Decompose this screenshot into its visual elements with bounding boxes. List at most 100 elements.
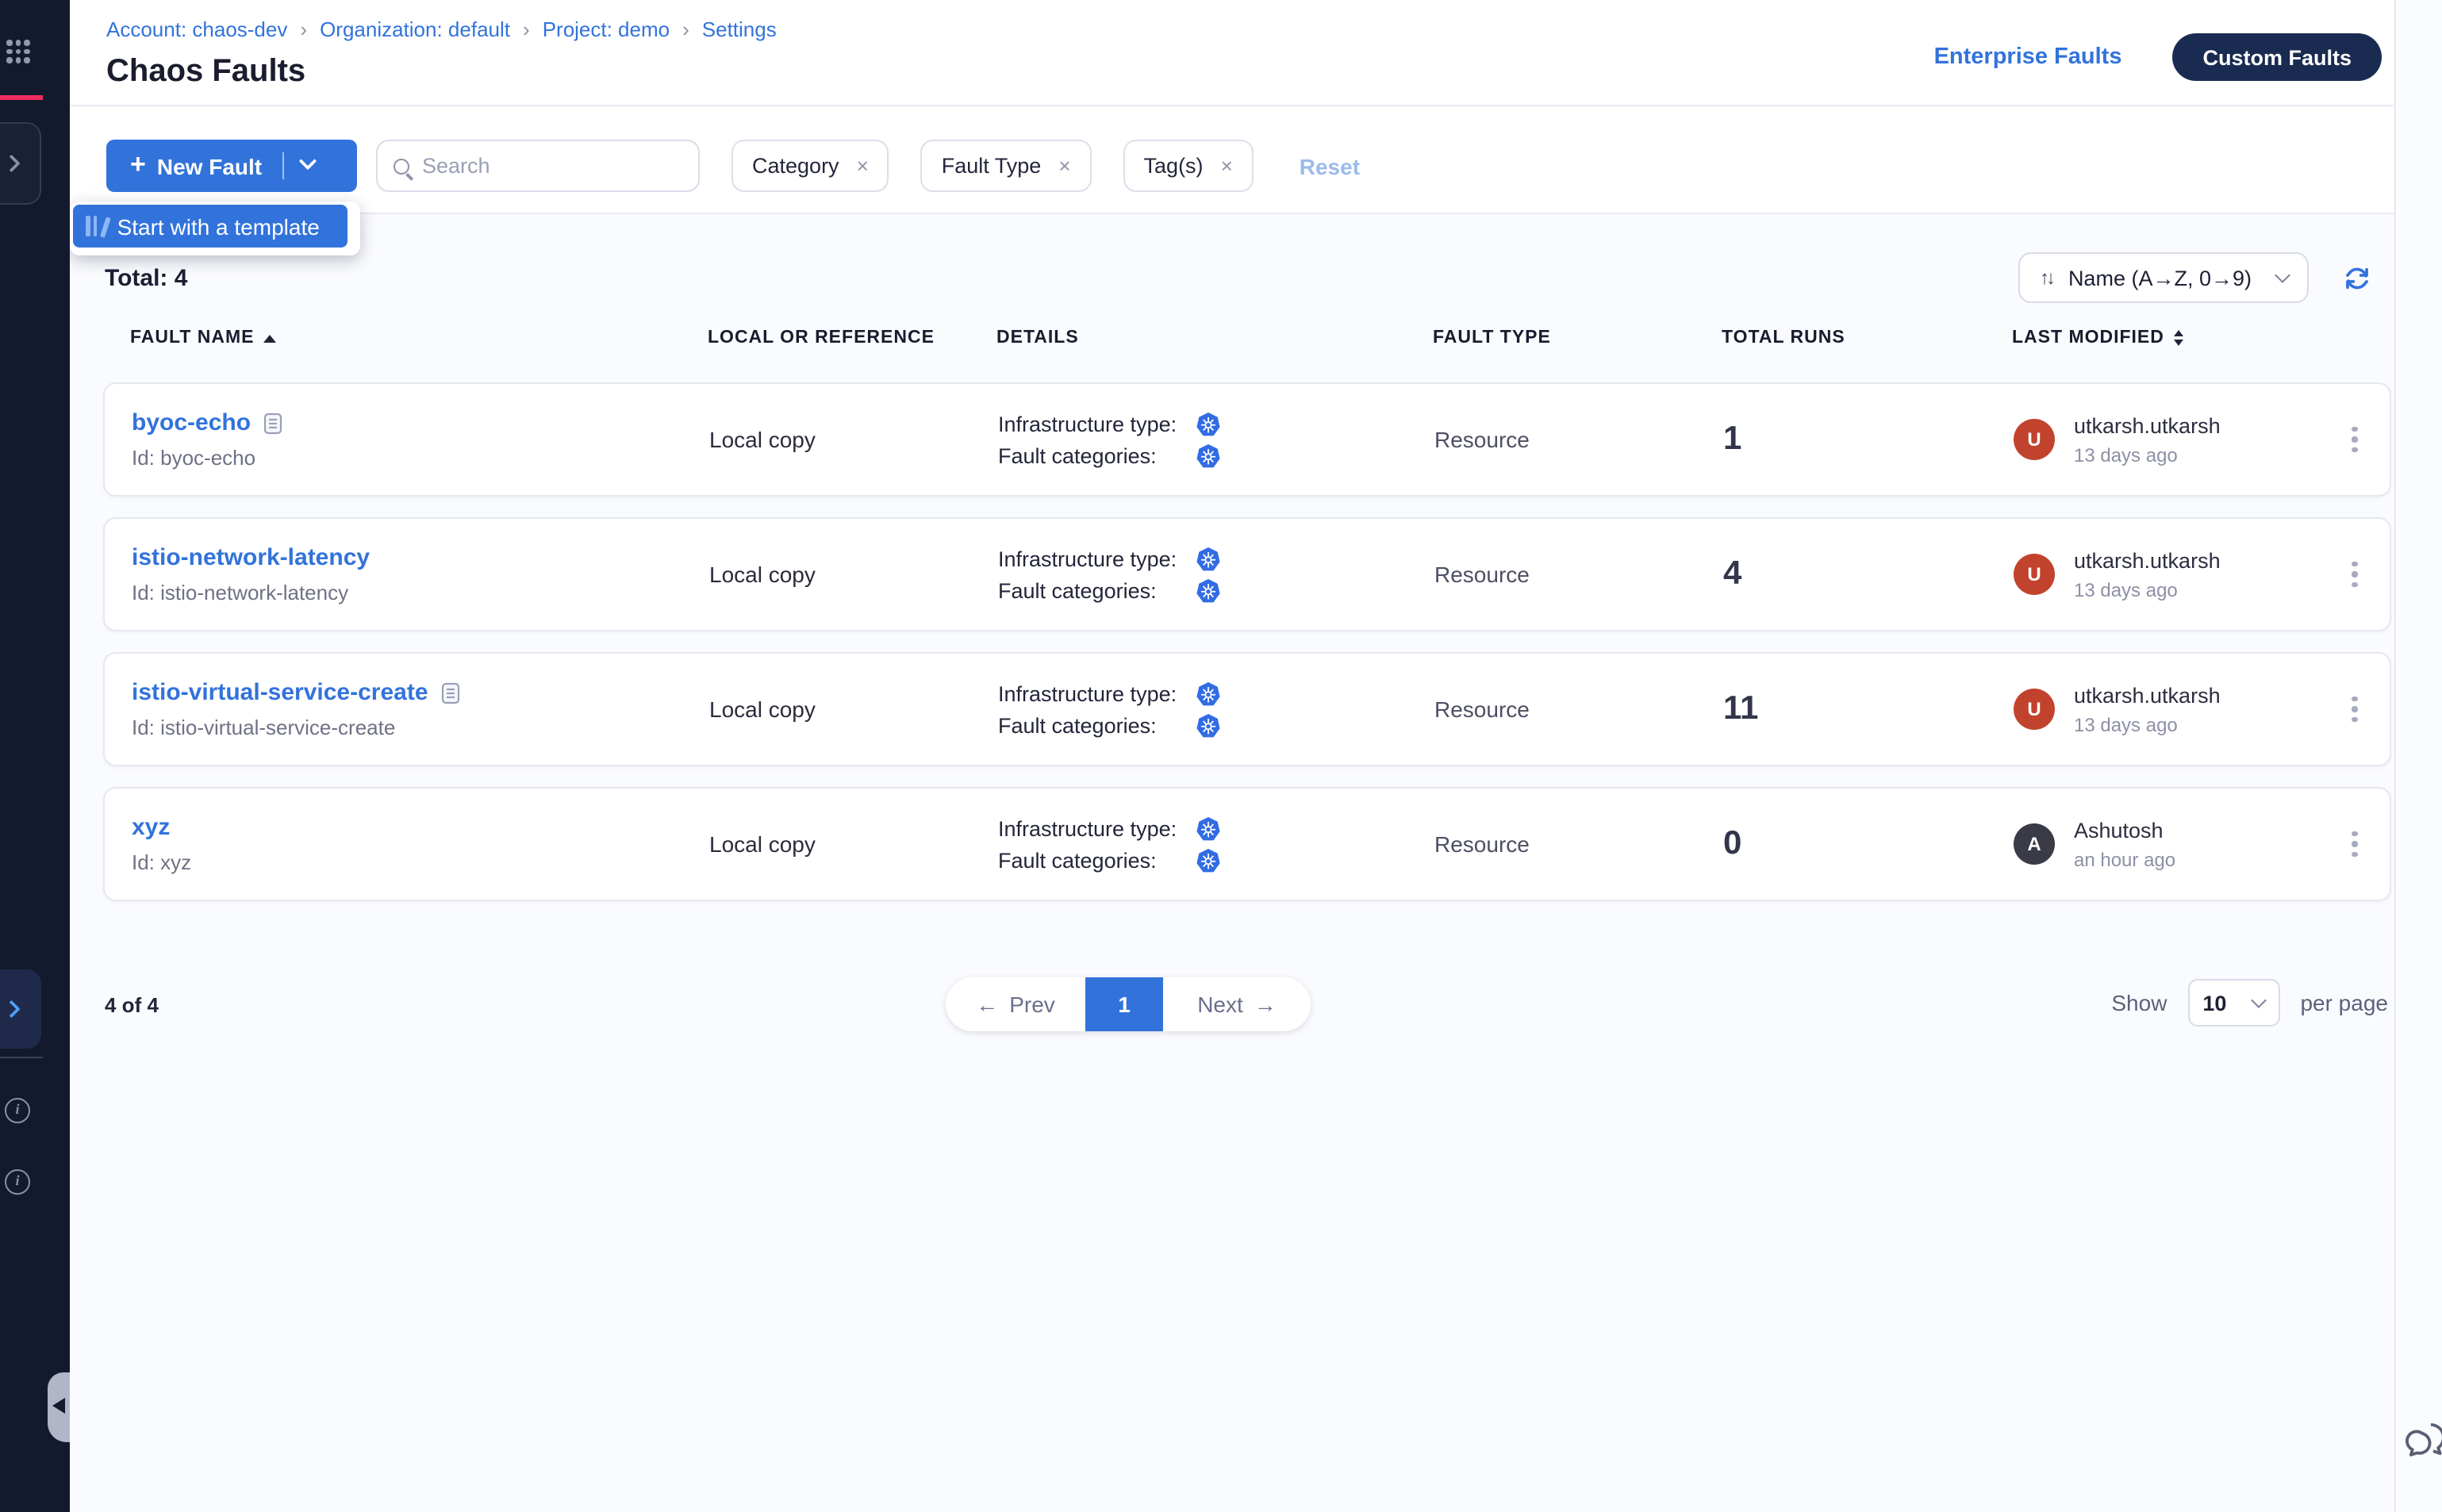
toolbar: + New Fault Category × Fault Type × Tag(… — [106, 140, 1360, 192]
info-icon[interactable]: i — [5, 1098, 30, 1123]
app-grid-icon[interactable] — [6, 40, 30, 63]
row-menu-button[interactable] — [2339, 427, 2371, 453]
fault-id: Id: byoc-echo — [132, 446, 709, 470]
breadcrumb-organization[interactable]: Organization: default — [320, 17, 510, 41]
local-or-reference-value: Local copy — [709, 427, 998, 452]
pagination: ← Prev 1 Next → — [946, 977, 1311, 1031]
plus-icon: + — [130, 149, 146, 181]
fault-name-link[interactable]: istio-virtual-service-create — [132, 679, 428, 706]
fault-name-link[interactable]: xyz — [132, 814, 170, 841]
search-input[interactable] — [422, 154, 682, 178]
row-menu-button[interactable] — [2339, 831, 2371, 858]
enterprise-faults-link[interactable]: Enterprise Faults — [1934, 44, 2122, 70]
modified-time: 13 days ago — [2074, 713, 2221, 735]
next-page-button[interactable]: Next → — [1163, 977, 1311, 1031]
kubernetes-icon — [1196, 848, 1220, 872]
fault-categories-label: Fault categories: — [998, 848, 1196, 872]
filter-chip-category[interactable]: Category × — [731, 140, 889, 192]
filter-chip-tags[interactable]: Tag(s) × — [1123, 140, 1254, 192]
content-area: Total: 4 ↑↓ Name (A→Z, 0→9) — [70, 213, 2394, 1512]
modified-by: utkarsh.utkarsh — [2074, 683, 2221, 707]
start-with-template-item[interactable]: Start with a template — [73, 205, 347, 248]
breadcrumb-settings[interactable]: Settings — [702, 17, 777, 41]
expand-sidebar-button[interactable] — [0, 122, 41, 205]
sort-select[interactable]: ↑↓ Name (A→Z, 0→9) — [2019, 252, 2309, 303]
fault-type-value: Resource — [1434, 831, 1723, 857]
infra-type-label: Infrastructure type: — [998, 816, 1196, 840]
reset-filters-button[interactable]: Reset — [1300, 153, 1360, 178]
fault-list: byoc-echo Id: byoc-echo Local copy Infra… — [103, 382, 2391, 922]
chevron-down-icon[interactable] — [299, 152, 317, 171]
fault-type-value: Resource — [1434, 562, 1723, 587]
support-chat-icon[interactable] — [2402, 1422, 2442, 1474]
copy-doc-icon[interactable] — [441, 681, 460, 704]
col-total-runs: TOTAL RUNS — [1722, 328, 2012, 347]
fault-name-link[interactable]: byoc-echo — [132, 409, 251, 436]
modified-by: utkarsh.utkarsh — [2074, 548, 2221, 572]
close-icon[interactable]: × — [857, 154, 869, 178]
row-menu-button[interactable] — [2339, 562, 2371, 588]
new-fault-label: New Fault — [157, 153, 262, 178]
col-last-modified[interactable]: LAST MODIFIED — [2012, 328, 2321, 347]
kubernetes-icon — [1196, 443, 1220, 467]
search-icon — [394, 158, 409, 174]
refresh-button[interactable] — [2344, 264, 2371, 291]
table-row[interactable]: byoc-echo Id: byoc-echo Local copy Infra… — [103, 382, 2391, 497]
total-runs-value: 4 — [1723, 555, 2014, 593]
sort-arrows-icon: ↑↓ — [2040, 267, 2052, 289]
table-row[interactable]: istio-network-latency Id: istio-network-… — [103, 517, 2391, 631]
fault-id: Id: istio-virtual-service-create — [132, 716, 709, 739]
close-icon[interactable]: × — [1221, 154, 1233, 178]
breadcrumb-project[interactable]: Project: demo — [543, 17, 670, 41]
modified-by: Ashutosh — [2074, 818, 2175, 842]
modified-by: utkarsh.utkarsh — [2074, 413, 2221, 437]
expand-nav-button[interactable] — [0, 969, 41, 1049]
new-fault-button[interactable]: + New Fault — [106, 140, 357, 192]
sort-both-icon — [2174, 330, 2183, 346]
avatar: U — [2014, 419, 2055, 460]
table-row[interactable]: xyz Id: xyz Local copy Infrastructure ty… — [103, 787, 2391, 901]
show-label: Show — [2111, 990, 2167, 1015]
current-page-button[interactable]: 1 — [1085, 977, 1163, 1031]
fault-name-link[interactable]: istio-network-latency — [132, 544, 370, 571]
chip-label: Tag(s) — [1144, 154, 1204, 178]
search-box — [376, 140, 700, 192]
custom-faults-button[interactable]: Custom Faults — [2172, 33, 2382, 81]
fault-categories-label: Fault categories: — [998, 713, 1196, 737]
template-icon — [86, 216, 105, 236]
chevron-down-icon — [2252, 992, 2267, 1007]
col-local-or-reference: LOCAL OR REFERENCE — [708, 328, 996, 347]
breadcrumb-account[interactable]: Account: chaos-dev — [106, 17, 287, 41]
rail-divider — [0, 1057, 43, 1058]
main-panel: Account: chaos-dev › Organization: defau… — [70, 0, 2396, 1512]
chevron-down-icon — [2275, 267, 2290, 282]
collapse-handle[interactable] — [48, 1372, 70, 1442]
chevron-right-icon — [2, 155, 21, 173]
close-icon[interactable]: × — [1058, 154, 1070, 178]
infra-type-label: Infrastructure type: — [998, 681, 1196, 705]
prev-page-button[interactable]: ← Prev — [946, 977, 1085, 1031]
col-fault-name[interactable]: FAULT NAME — [130, 328, 708, 347]
chevron-sep-icon: › — [682, 17, 689, 41]
modified-time: an hour ago — [2074, 848, 2175, 870]
right-gutter — [2398, 0, 2442, 1512]
avatar: U — [2014, 689, 2055, 730]
help-icon[interactable]: i — [5, 1169, 30, 1195]
total-runs-value: 11 — [1723, 690, 2014, 728]
menu-item-label: Start with a template — [117, 213, 320, 239]
left-nav-rail: i i — [0, 0, 70, 1512]
local-or-reference-value: Local copy — [709, 697, 998, 722]
total-runs-value: 0 — [1723, 825, 2014, 863]
copy-doc-icon[interactable] — [263, 412, 282, 434]
per-page-select[interactable]: 10 — [2187, 979, 2279, 1027]
col-details: DETAILS — [996, 328, 1433, 347]
fault-type-value: Resource — [1434, 427, 1723, 452]
filter-chip-fault-type[interactable]: Fault Type × — [921, 140, 1092, 192]
table-row[interactable]: istio-virtual-service-create Id: istio-v… — [103, 652, 2391, 766]
breadcrumb: Account: chaos-dev › Organization: defau… — [106, 17, 777, 41]
chip-label: Category — [752, 154, 839, 178]
modified-time: 13 days ago — [2074, 578, 2221, 601]
pagination-count: 4 of 4 — [105, 993, 159, 1017]
row-menu-button[interactable] — [2339, 697, 2371, 723]
module-indicator — [0, 95, 43, 100]
